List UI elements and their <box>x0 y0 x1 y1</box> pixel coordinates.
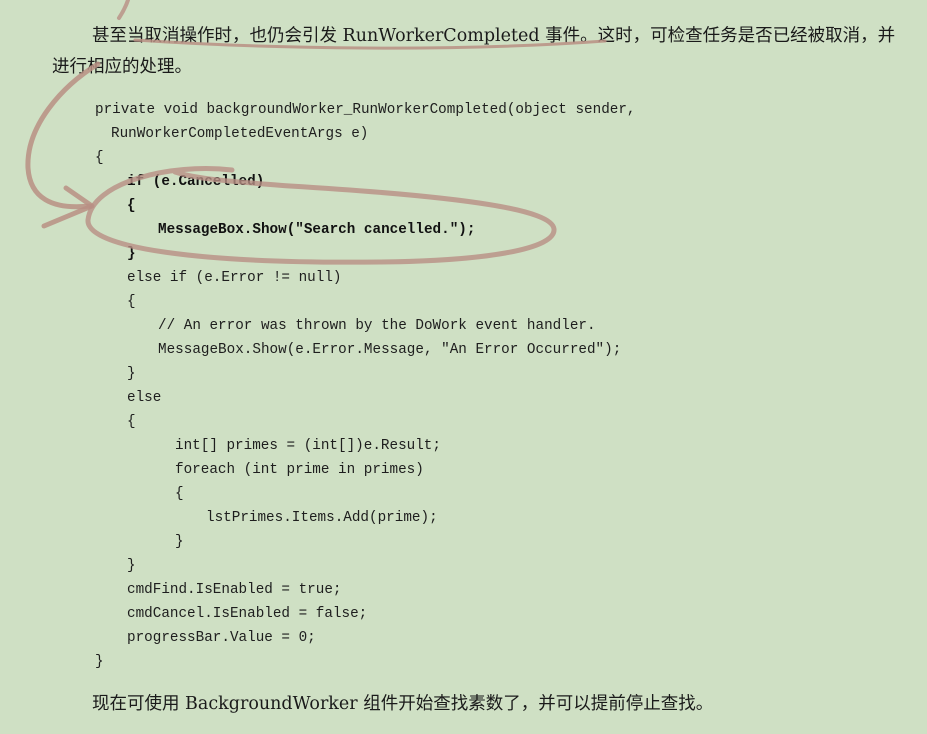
code-line-else-if-close-brace: } <box>127 366 136 382</box>
code-line-add-prime: lstPrimes.Items.Add(prime); <box>206 510 438 526</box>
code-line-progress-reset: progressBar.Value = 0; <box>127 630 316 646</box>
code-line-else-if-error: else if (e.Error != null) <box>127 270 342 286</box>
code-line-signature-cont: RunWorkerCompletedEventArgs e) <box>111 126 369 142</box>
code-line-primes-assign: int[] primes = (int[])e.Result; <box>175 438 441 454</box>
code-line-if-close-brace: } <box>127 246 136 262</box>
code-line-signature: private void backgroundWorker_RunWorkerC… <box>95 102 636 118</box>
code-line-foreach-close-brace: } <box>175 534 184 550</box>
code-line-else-open-brace: { <box>127 414 136 430</box>
closing-paragraph: 现在可使用 BackgroundWorker 组件开始查找素数了，并可以提前停止… <box>92 694 714 714</box>
code-line-comment: // An error was thrown by the DoWork eve… <box>158 318 596 334</box>
code-line-else-close-brace: } <box>127 558 136 574</box>
code-line-cmdcancel-enabled: cmdCancel.IsEnabled = false; <box>127 606 368 622</box>
code-line-foreach-open-brace: { <box>175 486 184 502</box>
code-line-if-open-brace: { <box>127 198 136 214</box>
code-line-foreach: foreach (int prime in primes) <box>175 462 424 478</box>
code-line-if-cancelled: if (e.Cancelled) <box>127 174 265 190</box>
code-line-open-brace: { <box>95 150 104 166</box>
code-line-else-if-open-brace: { <box>127 294 136 310</box>
code-listing: private void backgroundWorker_RunWorkerC… <box>0 0 927 734</box>
code-line-message-error: MessageBox.Show(e.Error.Message, "An Err… <box>158 342 622 358</box>
code-line-message-cancelled: MessageBox.Show("Search cancelled."); <box>158 222 476 238</box>
code-line-cmdfind-enabled: cmdFind.IsEnabled = true; <box>127 582 342 598</box>
code-line-close-brace: } <box>95 654 104 670</box>
code-line-else: else <box>127 390 162 406</box>
